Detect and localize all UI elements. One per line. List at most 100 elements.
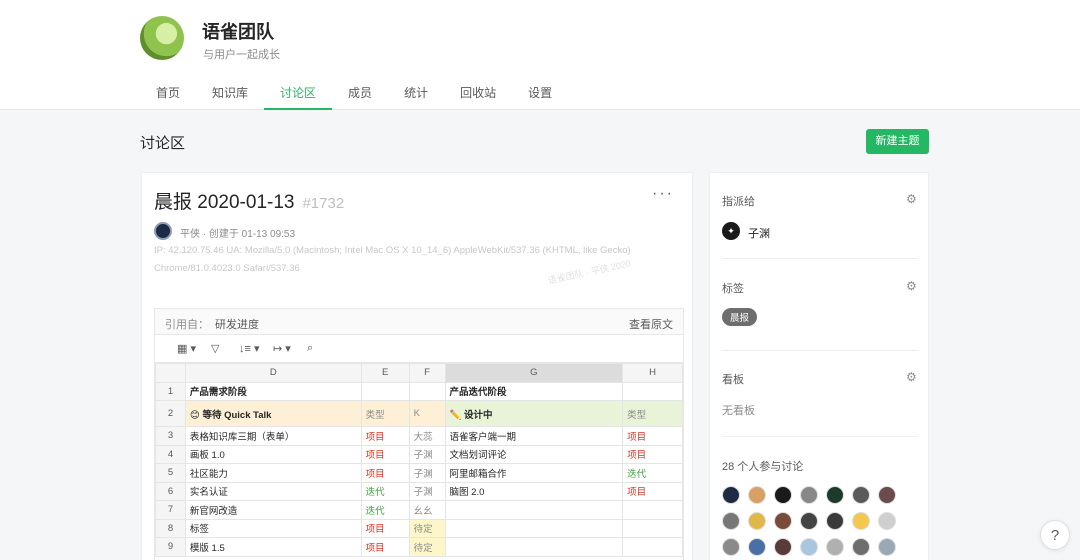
tab-recycle-bin[interactable]: 回收站 (444, 76, 512, 110)
help-button[interactable]: ? (1040, 520, 1070, 550)
avatar[interactable] (878, 512, 896, 530)
cell[interactable]: 类型 (360, 400, 410, 427)
avatar[interactable] (748, 486, 766, 504)
cell[interactable]: 项目 (360, 444, 410, 464)
cell[interactable]: 项目 (360, 518, 410, 538)
cell[interactable]: 新官网改造 (184, 500, 362, 520)
cell[interactable]: 脑图 2.0 (444, 481, 624, 501)
cell[interactable]: 迭代 (622, 463, 683, 483)
assignee-name[interactable]: 子渊 (748, 225, 770, 241)
cell[interactable] (408, 381, 446, 401)
cell[interactable]: 项目 (622, 444, 683, 464)
more-options-icon[interactable]: ··· (652, 185, 674, 203)
avatar[interactable] (852, 512, 870, 530)
tab-settings[interactable]: 设置 (512, 76, 568, 110)
row-number[interactable]: 9 (155, 537, 186, 557)
row-number[interactable]: 4 (155, 444, 186, 464)
tags-gear-icon[interactable]: ⚙ (906, 279, 917, 293)
tab-home[interactable]: 首页 (140, 76, 196, 110)
cell[interactable]: 项目 (360, 426, 410, 446)
column-header-d[interactable]: D (184, 363, 362, 383)
cell[interactable]: 项目 (360, 537, 410, 557)
cell[interactable] (622, 381, 683, 401)
cell[interactable]: 产品需求阶段 (184, 381, 362, 401)
row-number[interactable]: 7 (155, 500, 186, 520)
cell[interactable]: ✏️ 设计中 (444, 400, 624, 427)
column-header-g[interactable]: G (444, 363, 624, 383)
cell[interactable]: 迭代 (360, 500, 410, 520)
avatar[interactable] (722, 512, 740, 530)
new-topic-button[interactable]: 新建主题 (866, 129, 929, 154)
view-original-link[interactable]: 查看原文 (629, 316, 673, 332)
cell[interactable]: 迭代 (360, 481, 410, 501)
row-number[interactable]: 2 (155, 400, 186, 427)
avatar[interactable] (748, 512, 766, 530)
avatar[interactable] (774, 486, 792, 504)
cell[interactable]: 子渊 (408, 463, 446, 483)
cell[interactable]: 项目 (360, 463, 410, 483)
cell[interactable] (444, 518, 624, 538)
avatar[interactable] (852, 486, 870, 504)
tab-members[interactable]: 成员 (332, 76, 388, 110)
row-number[interactable]: 6 (155, 481, 186, 501)
cell[interactable]: 标签 (184, 518, 362, 538)
avatar[interactable] (852, 538, 870, 556)
sort-icon[interactable]: ↓≡ ▾ (239, 342, 260, 355)
assignee-avatar[interactable]: ✦ (722, 222, 740, 240)
board-gear-icon[interactable]: ⚙ (906, 370, 917, 384)
avatar[interactable] (800, 486, 818, 504)
avatar[interactable] (800, 512, 818, 530)
cell[interactable]: 模版 1.5 (184, 537, 362, 557)
cell[interactable]: 画板 1.0 (184, 444, 362, 464)
column-header-f[interactable]: F (408, 363, 446, 383)
avatar[interactable] (748, 538, 766, 556)
row-number[interactable]: 3 (155, 426, 186, 446)
tag-badge[interactable]: 晨报 (722, 308, 758, 326)
author-avatar[interactable] (154, 222, 172, 240)
avatar[interactable] (722, 538, 740, 556)
cell[interactable]: K (408, 400, 446, 427)
team-name[interactable]: 语雀团队 (202, 18, 274, 44)
cell[interactable] (622, 518, 683, 538)
cell[interactable] (444, 537, 624, 557)
cell[interactable] (444, 500, 624, 520)
avatar[interactable] (826, 512, 844, 530)
cell[interactable]: 项目 (622, 481, 683, 501)
avatar[interactable] (774, 538, 792, 556)
cell[interactable]: 文档划词评论 (444, 444, 624, 464)
cell[interactable]: 社区能力 (184, 463, 362, 483)
cell[interactable]: 类型 (622, 400, 683, 427)
row-number[interactable]: 8 (155, 518, 186, 538)
cell[interactable]: 产品迭代阶段 (444, 381, 624, 401)
cell[interactable]: 😊 等待 Quick Talk (184, 400, 362, 427)
tab-stats[interactable]: 统计 (388, 76, 444, 110)
cell[interactable]: 待定 (408, 518, 446, 538)
cell[interactable]: 子渊 (408, 444, 446, 464)
avatar[interactable] (800, 538, 818, 556)
avatar[interactable] (774, 512, 792, 530)
search-sheet-icon[interactable]: ⌕ (307, 342, 313, 355)
column-width-icon[interactable]: ↦ ▾ (273, 342, 291, 355)
team-avatar[interactable] (140, 16, 184, 60)
row-number[interactable]: 1 (155, 381, 186, 401)
avatar[interactable] (722, 486, 740, 504)
cell[interactable]: 实名认证 (184, 481, 362, 501)
quote-source-link[interactable]: 研发进度 (215, 319, 259, 331)
avatar[interactable] (878, 486, 896, 504)
cell[interactable]: 大蕊 (408, 426, 446, 446)
cell[interactable]: 语雀客户端一期 (444, 426, 624, 446)
cell[interactable]: 阿里邮箱合作 (444, 463, 624, 483)
column-header-h[interactable]: H (622, 363, 683, 383)
corner-cell[interactable] (155, 363, 186, 383)
row-number[interactable]: 5 (155, 463, 186, 483)
cell[interactable] (622, 500, 683, 520)
cell[interactable]: 待定 (408, 537, 446, 557)
filter-icon[interactable]: ▽ (211, 342, 219, 355)
avatar[interactable] (878, 538, 896, 556)
tab-knowledge-base[interactable]: 知识库 (196, 76, 264, 110)
tab-discussion[interactable]: 讨论区 (264, 76, 333, 110)
cell[interactable]: 项目 (622, 426, 683, 446)
cell[interactable]: 表格知识库三期（表单） (184, 426, 362, 446)
avatar[interactable] (826, 538, 844, 556)
view-toggle-icon[interactable]: ▦ ▾ (177, 342, 196, 355)
